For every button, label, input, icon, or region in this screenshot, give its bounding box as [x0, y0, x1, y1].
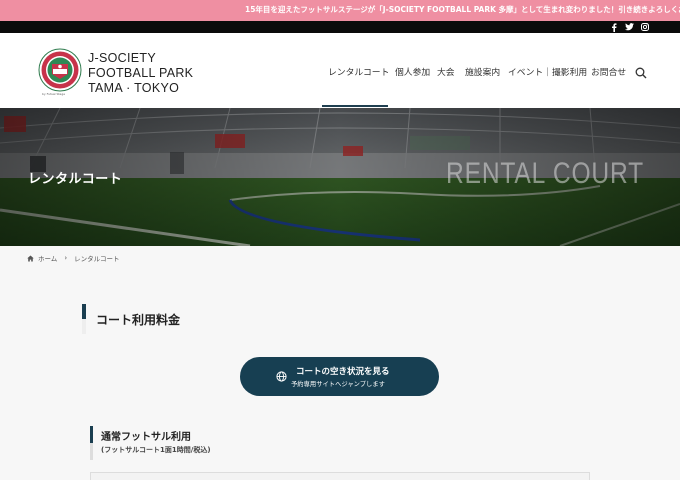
subsection-note: (フットサルコート1面1時間/税込)	[101, 446, 211, 454]
section-title: コート利用料金	[96, 312, 181, 327]
cta-sublabel: 予約専用サイトへジャンプします	[291, 381, 385, 388]
logo-line-1: J-SOCIETY	[88, 51, 156, 65]
nav-item-facility[interactable]: 施設案内	[465, 65, 500, 78]
nav-item-rental-court[interactable]: レンタルコート	[328, 65, 389, 78]
home-icon	[27, 255, 34, 261]
nav-item-contact[interactable]: お問合せ	[591, 65, 626, 78]
nav-item-event-shooting[interactable]: イベント｜撮影利用	[508, 65, 587, 78]
site-header: by Futsal Stage J-SOCIETY FOOTBALL PARK …	[0, 33, 680, 108]
logo-line-3: TAMA · TOKYO	[88, 81, 180, 95]
breadcrumb-home[interactable]: ホーム	[38, 253, 57, 263]
nav-active-indicator	[322, 105, 388, 107]
check-availability-button[interactable]: コートの空き状況を見る 予約専用サイトへジャンプします	[240, 357, 439, 396]
nav-item-tournament[interactable]: 大会	[437, 65, 455, 78]
facebook-icon[interactable]	[611, 21, 617, 33]
subsection-accent-bar	[90, 426, 93, 460]
hero-subtitle: RENTAL COURT	[446, 157, 645, 190]
hero-banner: レンタルコート RENTAL COURT	[0, 108, 680, 246]
section-heading: コート利用料金	[82, 304, 180, 334]
globe-icon	[276, 371, 287, 382]
price-table	[90, 472, 590, 480]
nav-item-individual[interactable]: 個人参加	[395, 65, 430, 78]
search-icon[interactable]	[635, 64, 647, 83]
breadcrumb: ホーム › レンタルコート	[27, 253, 120, 263]
subsection-title: 通常フットサル利用	[101, 432, 191, 443]
chevron-right-icon: ›	[64, 254, 68, 262]
cta-label: コートの空き状況を見る	[296, 367, 390, 377]
logo-tagline: by Futsal Stage	[42, 92, 66, 96]
breadcrumb-current: レンタルコート	[74, 255, 120, 263]
site-logo[interactable]: by Futsal Stage J-SOCIETY FOOTBALL PARK …	[28, 44, 200, 98]
logo-line-2: FOOTBALL PARK	[88, 66, 194, 80]
club-emblem-icon	[38, 48, 82, 92]
ticker-text: 15年目を迎えたフットサルステージが「J-SOCIETY FOOTBALL PA…	[245, 5, 680, 14]
social-bar	[0, 21, 680, 33]
twitter-icon[interactable]	[625, 21, 634, 33]
announcement-ticker: 15年目を迎えたフットサルステージが「J-SOCIETY FOOTBALL PA…	[0, 0, 680, 21]
instagram-icon[interactable]	[641, 21, 649, 33]
hero-title: レンタルコート	[28, 172, 123, 187]
